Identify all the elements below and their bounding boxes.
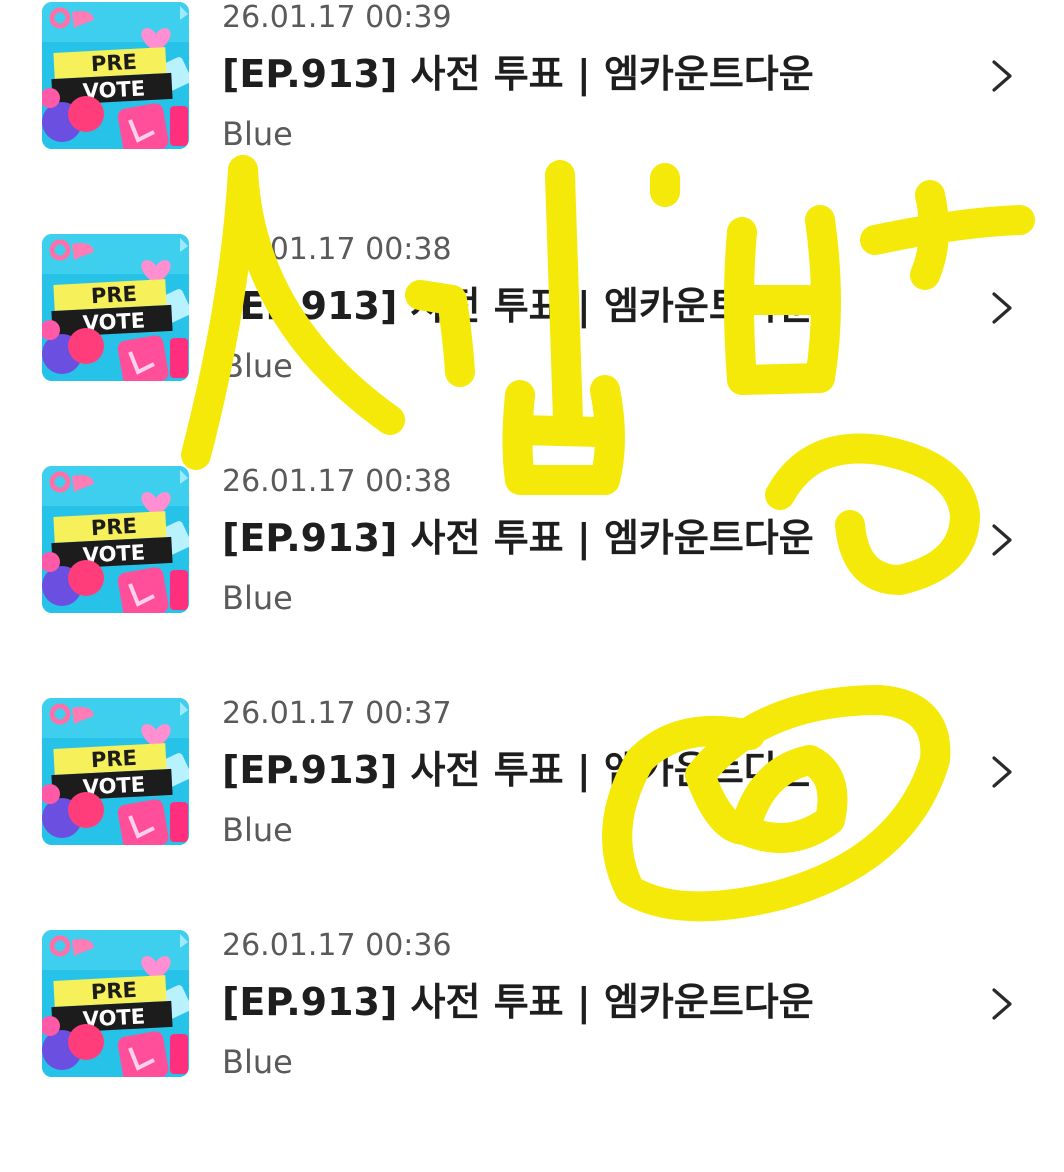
list-item[interactable]: PRE VOTE 26.01.17 00:39 [EP.913] 사전 투표 |… [0,0,1064,160]
pre-vote-thumbnail: PRE VOTE [42,930,189,1077]
pre-vote-thumbnail-art: PRE VOTE [42,698,189,845]
vote-timestamp: 26.01.17 00:38 [222,232,452,267]
chevron-right-icon[interactable] [984,754,1018,790]
vote-title: [EP.913] 사전 투표 | 엠카운트다운 [222,516,814,560]
vote-title: [EP.913] 사전 투표 | 엠카운트다운 [222,748,814,792]
pre-vote-thumbnail-art: PRE VOTE [42,2,189,149]
thumb-line1: PRE [90,282,137,308]
list-item[interactable]: PRE VOTE 26.01.17 00:36 [EP.913] 사전 투표 |… [0,928,1064,1088]
chevron-right-icon[interactable] [984,986,1018,1022]
list-item[interactable]: PRE VOTE 26.01.17 00:38 [EP.913] 사전 투표 |… [0,464,1064,624]
vote-title: [EP.913] 사전 투표 | 엠카운트다운 [222,284,814,328]
vote-timestamp: 26.01.17 00:37 [222,696,452,731]
list-item[interactable]: PRE VOTE 26.01.17 00:37 [EP.913] 사전 투표 |… [0,696,1064,856]
pre-vote-thumbnail: PRE VOTE [42,234,189,381]
vote-history-list: PRE VOTE 26.01.17 00:39 [EP.913] 사전 투표 |… [0,0,1064,1172]
thumb-line1: PRE [90,978,137,1004]
thumb-line1: PRE [90,514,137,540]
pre-vote-thumbnail: PRE VOTE [42,698,189,845]
list-item[interactable]: PRE VOTE 26.01.17 00:38 [EP.913] 사전 투표 |… [0,232,1064,392]
pre-vote-thumbnail-art: PRE VOTE [42,930,189,1077]
vote-artist: Blue [222,347,293,385]
chevron-right-icon[interactable] [984,58,1018,94]
pre-vote-thumbnail-art: PRE VOTE [42,466,189,613]
pre-vote-thumbnail-art: PRE VOTE [42,234,189,381]
thumb-line1: PRE [90,746,137,772]
vote-artist: Blue [222,115,293,153]
vote-timestamp: 26.01.17 00:36 [222,928,452,963]
chevron-right-icon[interactable] [984,522,1018,558]
vote-title: [EP.913] 사전 투표 | 엠카운트다운 [222,980,814,1024]
vote-artist: Blue [222,579,293,617]
chevron-right-icon[interactable] [984,290,1018,326]
vote-artist: Blue [222,1043,293,1081]
thumb-line1: PRE [90,50,137,76]
vote-title: [EP.913] 사전 투표 | 엠카운트다운 [222,52,814,96]
pre-vote-thumbnail: PRE VOTE [42,466,189,613]
vote-artist: Blue [222,811,293,849]
vote-timestamp: 26.01.17 00:39 [222,0,452,35]
pre-vote-thumbnail: PRE VOTE [42,2,189,149]
vote-timestamp: 26.01.17 00:38 [222,464,452,499]
